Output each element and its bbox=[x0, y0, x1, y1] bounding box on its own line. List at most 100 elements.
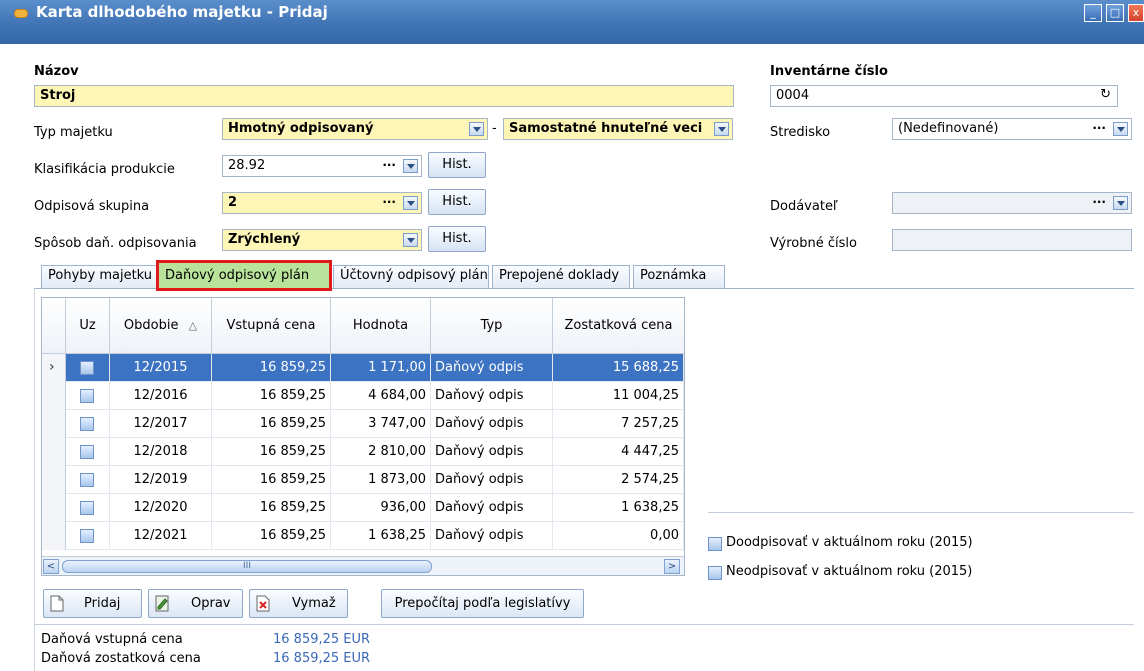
more-icon[interactable]: ··· bbox=[1092, 121, 1106, 135]
oprav-button[interactable]: Oprav bbox=[148, 589, 243, 618]
cell-hodnota: 1 638,25 bbox=[331, 522, 431, 550]
close-button[interactable]: x bbox=[1128, 4, 1144, 22]
table-row[interactable]: 12/2017 16 859,25 3 747,00 Daňový odpis 7 25… bbox=[42, 410, 684, 438]
table-row[interactable]: 12/2018 16 859,25 2 810,00 Daňový odpis 4 44… bbox=[42, 438, 684, 466]
vymaz-button[interactable]: Vymaž bbox=[249, 589, 348, 618]
tab-label: Pohyby majetku bbox=[48, 268, 153, 283]
tab-uctovny-odpisovy-plan[interactable]: Účtovný odpisový plán bbox=[333, 265, 489, 288]
depreciation-grid: Uz Obdobie △ Vstupná cena Hodnota Typ Zo… bbox=[41, 297, 685, 576]
nazov-field[interactable]: Stroj bbox=[34, 85, 734, 107]
chevron-down-icon[interactable] bbox=[1113, 122, 1128, 136]
uz-cell[interactable] bbox=[66, 494, 110, 522]
uz-cell[interactable] bbox=[66, 382, 110, 410]
header-hodnota[interactable]: Hodnota bbox=[331, 298, 431, 354]
odp-select[interactable]: 2 ··· bbox=[222, 192, 422, 214]
typ-select[interactable]: Hmotný odpisovaný bbox=[222, 118, 488, 140]
horizontal-scrollbar[interactable]: < III > bbox=[42, 556, 684, 575]
tab-label: Daňový odpisový plán bbox=[165, 268, 310, 283]
doodpisovat-checkbox[interactable] bbox=[708, 537, 722, 551]
neodpisovat-checkbox[interactable] bbox=[708, 566, 722, 580]
uz-checkbox[interactable] bbox=[80, 501, 94, 515]
vyrobne-field[interactable] bbox=[892, 229, 1132, 251]
pridaj-button[interactable]: Pridaj bbox=[43, 589, 142, 618]
row-selector[interactable] bbox=[42, 382, 66, 410]
uz-checkbox[interactable] bbox=[80, 417, 94, 431]
tab-label: Poznámka bbox=[640, 268, 707, 283]
row-selector[interactable] bbox=[42, 522, 66, 550]
inv-label: Inventárne číslo bbox=[770, 64, 888, 79]
scroll-left-icon[interactable]: < bbox=[43, 559, 59, 574]
pridaj-label: Pridaj bbox=[84, 596, 121, 611]
row-selector[interactable]: › bbox=[42, 354, 66, 382]
table-row[interactable]: 12/2016 16 859,25 4 684,00 Daňový odpis 11 0… bbox=[42, 382, 684, 410]
stredisko-select[interactable]: (Nedefinované) ··· bbox=[892, 118, 1132, 140]
klas-hist-button[interactable]: Hist. bbox=[428, 152, 486, 178]
chevron-down-icon[interactable] bbox=[403, 196, 418, 210]
uz-checkbox[interactable] bbox=[80, 529, 94, 543]
chevron-down-icon[interactable] bbox=[1113, 196, 1128, 210]
row-selector[interactable] bbox=[42, 494, 66, 522]
dodavatel-select[interactable]: ··· bbox=[892, 192, 1132, 214]
chevron-down-icon[interactable] bbox=[714, 122, 729, 136]
minimize-button[interactable]: _ bbox=[1084, 4, 1102, 22]
cell-hodnota: 4 684,00 bbox=[331, 382, 431, 410]
uz-checkbox[interactable] bbox=[80, 389, 94, 403]
chevron-down-icon[interactable] bbox=[403, 233, 418, 247]
table-row[interactable]: 12/2019 16 859,25 1 873,00 Daňový odpis 2 57… bbox=[42, 466, 684, 494]
odp-label: Odpisová skupina bbox=[34, 199, 150, 214]
uz-checkbox[interactable] bbox=[80, 473, 94, 487]
header-obdobie[interactable]: Obdobie △ bbox=[110, 298, 212, 354]
cell-zostatkova: 1 638,25 bbox=[553, 494, 684, 522]
vyrobne-label: Výrobné číslo bbox=[770, 236, 857, 251]
tab-poznamka[interactable]: Poznámka bbox=[633, 265, 725, 288]
row-selector[interactable] bbox=[42, 410, 66, 438]
inv-field[interactable]: 0004 ↻ bbox=[770, 85, 1118, 107]
odp-hist-button[interactable]: Hist. bbox=[428, 189, 486, 215]
klas-select[interactable]: 28.92 ··· bbox=[222, 155, 422, 177]
chevron-down-icon[interactable] bbox=[403, 159, 418, 173]
more-icon[interactable]: ··· bbox=[1092, 195, 1106, 209]
uz-cell[interactable] bbox=[66, 354, 110, 382]
chevron-down-icon[interactable] bbox=[469, 122, 484, 136]
cell-hodnota: 2 810,00 bbox=[331, 438, 431, 466]
cell-obdobie: 12/2017 bbox=[110, 410, 212, 438]
uz-cell[interactable] bbox=[66, 438, 110, 466]
header-zostatkova-cena[interactable]: Zostatková cena bbox=[553, 298, 684, 354]
uz-cell[interactable] bbox=[66, 410, 110, 438]
tab-pohyby-majetku[interactable]: Pohyby majetku bbox=[41, 265, 159, 288]
sposob-select[interactable]: Zrýchlený bbox=[222, 229, 422, 251]
tab-danovy-odpisovy-plan[interactable]: Daňový odpisový plán bbox=[156, 260, 332, 291]
more-icon[interactable]: ··· bbox=[382, 158, 396, 172]
typ-dash: - bbox=[492, 121, 497, 136]
more-icon[interactable]: ··· bbox=[382, 195, 396, 209]
uz-checkbox[interactable] bbox=[80, 445, 94, 459]
table-row[interactable]: › 12/2015 16 859,25 1 171,00 Daňový odpis 15 … bbox=[42, 354, 684, 382]
scroll-thumb[interactable]: III bbox=[62, 560, 432, 573]
row-selector[interactable] bbox=[42, 438, 66, 466]
cell-vstupna: 16 859,25 bbox=[212, 522, 331, 550]
header-typ[interactable]: Typ bbox=[431, 298, 553, 354]
uz-cell[interactable] bbox=[66, 466, 110, 494]
refresh-icon[interactable]: ↻ bbox=[1100, 87, 1111, 102]
oprav-label: Oprav bbox=[191, 596, 231, 611]
cell-vstupna: 16 859,25 bbox=[212, 438, 331, 466]
header-uz[interactable]: Uz bbox=[66, 298, 110, 354]
doodpisovat-label: Doodpisovať v aktuálnom roku (2015) bbox=[726, 535, 973, 550]
uz-checkbox[interactable] bbox=[80, 361, 94, 375]
cell-zostatkova: 2 574,25 bbox=[553, 466, 684, 494]
row-selector[interactable] bbox=[42, 466, 66, 494]
header-vstupna-cena[interactable]: Vstupná cena bbox=[212, 298, 331, 354]
cell-obdobie: 12/2020 bbox=[110, 494, 212, 522]
typ-label: Typ majetku bbox=[34, 125, 113, 140]
scroll-right-icon[interactable]: > bbox=[664, 559, 680, 574]
table-row[interactable]: 12/2020 16 859,25 936,00 Daňový odpis 1 638,… bbox=[42, 494, 684, 522]
typ2-select[interactable]: Samostatné hnuteľné veci bbox=[503, 118, 733, 140]
prepocitaj-button[interactable]: Prepočítaj podľa legislatívy bbox=[381, 589, 584, 618]
sposob-hist-button[interactable]: Hist. bbox=[428, 226, 486, 252]
cell-hodnota: 936,00 bbox=[331, 494, 431, 522]
uz-cell[interactable] bbox=[66, 522, 110, 550]
cell-obdobie: 12/2019 bbox=[110, 466, 212, 494]
tab-prepojene-doklady[interactable]: Prepojené doklady bbox=[492, 265, 630, 288]
table-row[interactable]: 12/2021 16 859,25 1 638,25 Daňový odpis 0,00 bbox=[42, 522, 684, 550]
maximize-button[interactable]: □ bbox=[1106, 4, 1124, 22]
